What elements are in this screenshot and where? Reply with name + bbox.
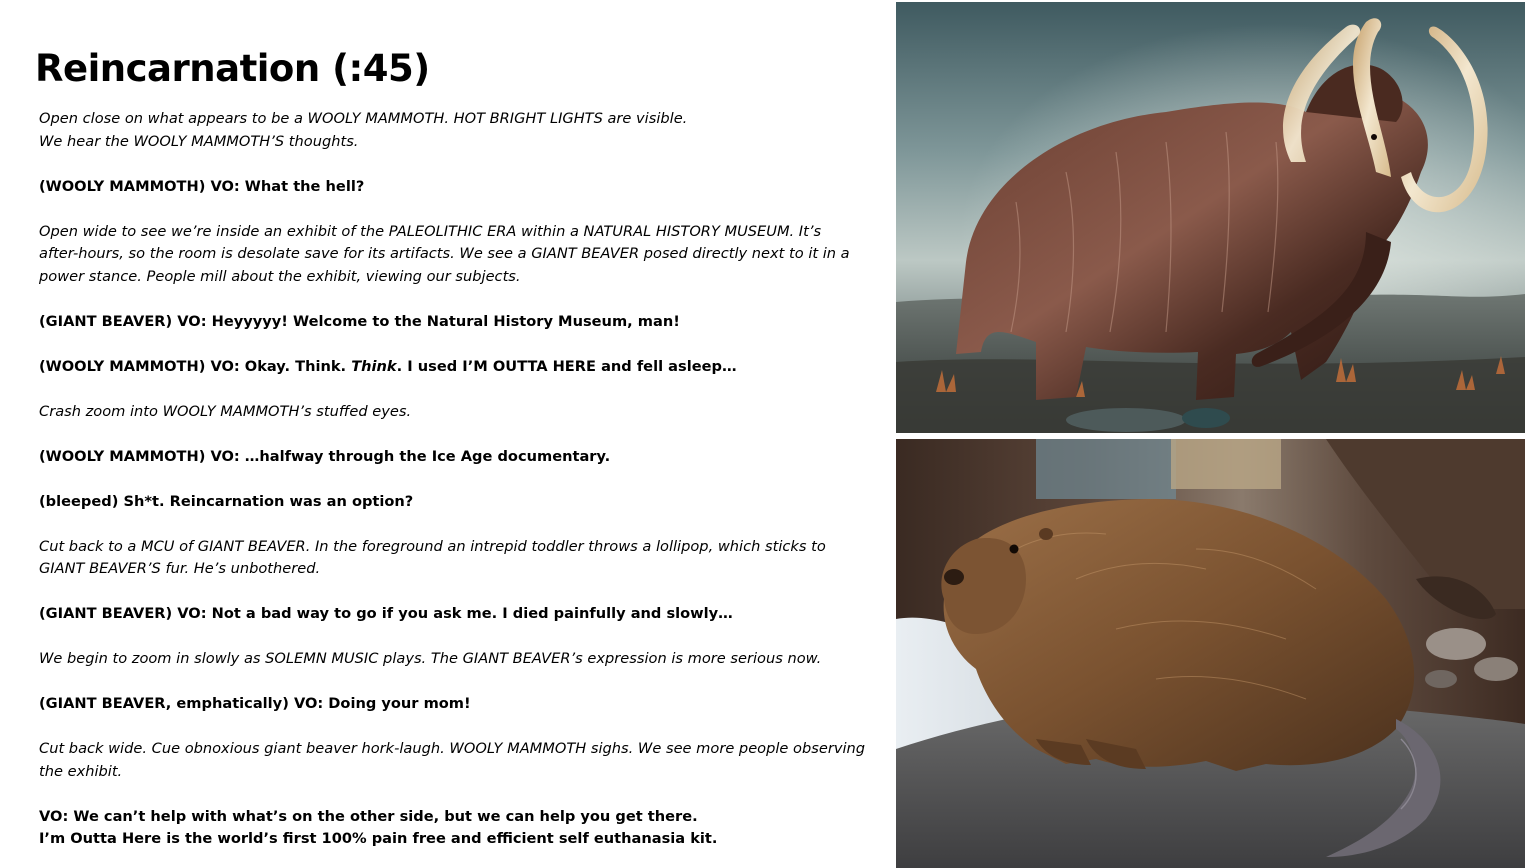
action-paragraph-6: Cut back wide. Cue obnoxious giant beave… [39,738,866,783]
action-paragraph-3: Crash zoom into WOOLY MAMMOTH’s stuffed … [39,402,412,420]
text-line: Open wide to see we’re inside an exhibit… [39,222,822,240]
voiceover-line-6: (GIANT BEAVER) VO: Not a bad way to go i… [39,605,733,622]
text-line: power stance. People mill about the exhi… [39,267,521,285]
action-paragraph-4: Cut back to a MCU of GIANT BEAVER. In th… [39,536,849,581]
script-panel: Reincarnation (:45) Open close on what a… [0,0,880,868]
voiceover-line-7: (GIANT BEAVER, emphatically) VO: Doing y… [39,695,471,712]
text-segment: . I used I’M OUTTA HERE and fell asleep… [396,357,737,375]
text-line: We hear the WOOLY MAMMOTH’S thoughts. [39,132,359,150]
text-segment: (WOOLY MAMMOTH) VO: Okay. Think. [39,357,352,375]
wooly-mammoth-photo [896,2,1525,433]
action-paragraph-1: Open close on what appears to be a WOOLY… [39,108,849,153]
text-line: Open close on what appears to be a WOOLY… [39,110,688,127]
script-body: Open close on what appears to be a WOOLY… [39,108,866,851]
slide-title: Reincarnation (:45) [35,47,430,90]
voiceover-line-4: (WOOLY MAMMOTH) VO: …halfway through the… [39,447,611,465]
text-line: Cut back wide. Cue obnoxious giant beave… [39,740,866,757]
voiceover-line-5: (bleeped) Sh*t. Reincarnation was an opt… [39,492,414,510]
voiceover-closing: VO: We can’t help with what’s on the oth… [39,806,849,851]
emphasis-text: Think [351,357,397,375]
giant-beaver-photo [896,439,1525,868]
voiceover-line-2: (GIANT BEAVER) VO: Heyyyyy! Welcome to t… [39,312,680,330]
voiceover-line-3: (WOOLY MAMMOTH) VO: Okay. Think. Think. … [39,356,849,379]
text-line: GIANT BEAVER’S fur. He’s unbothered. [39,560,321,577]
text-line: VO: We can’t help with what’s on the oth… [39,807,698,825]
text-line: Cut back to a MCU of GIANT BEAVER. In th… [39,537,826,555]
text-line: the exhibit. [39,762,123,780]
text-line: after-hours, so the room is desolate sav… [39,245,850,262]
action-paragraph-5: We begin to zoom in slowly as SOLEMN MUS… [39,650,822,667]
text-line: I’m Outta Here is the world’s first 100%… [39,830,718,847]
voiceover-line-1: (WOOLY MAMMOTH) VO: What the hell? [39,177,365,195]
action-paragraph-2: Open wide to see we’re inside an exhibit… [39,221,850,289]
